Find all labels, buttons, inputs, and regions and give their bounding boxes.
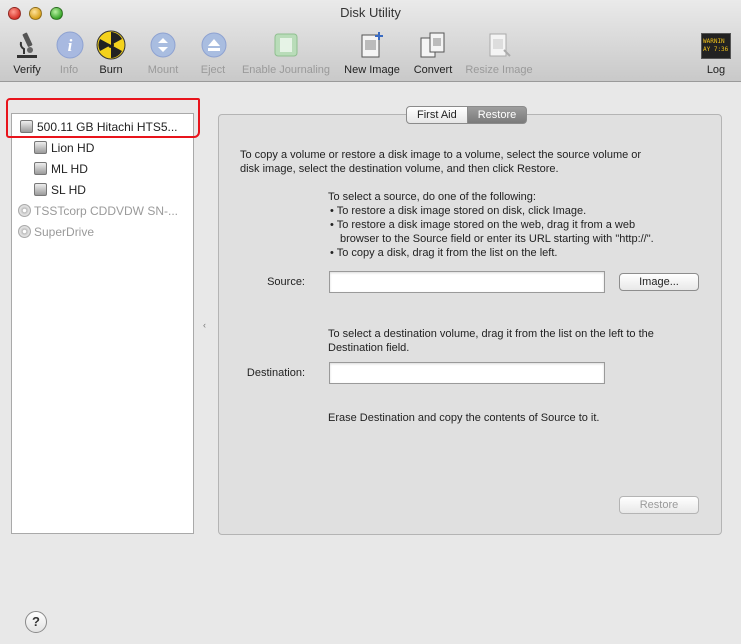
source-instruction-3: • To copy a disk, drag it from the list … bbox=[330, 247, 558, 259]
restore-panel bbox=[218, 114, 722, 535]
mount-button[interactable]: Mount bbox=[145, 30, 181, 78]
new-image-button[interactable]: New Image bbox=[342, 30, 402, 78]
source-label: Source: bbox=[267, 276, 305, 288]
log-console-icon: WARNIN AY 7:36 bbox=[701, 33, 731, 59]
source-instruction-2: • To restore a disk image stored on the … bbox=[330, 219, 636, 231]
info-icon: i bbox=[55, 30, 85, 60]
tab-restore[interactable]: Restore bbox=[467, 106, 528, 124]
microscope-icon bbox=[12, 30, 42, 60]
restore-button[interactable]: Restore bbox=[619, 496, 699, 514]
red-highlight-annotation bbox=[6, 98, 200, 138]
help-button[interactable]: ? bbox=[25, 611, 47, 633]
resize-image-button[interactable]: Resize Image bbox=[463, 30, 535, 78]
source-instructions-heading: To select a source, do one of the follow… bbox=[328, 191, 536, 203]
destination-field[interactable] bbox=[329, 362, 605, 384]
volume-icon bbox=[34, 162, 47, 175]
new-image-icon bbox=[357, 30, 387, 60]
volume-icon bbox=[34, 141, 47, 154]
destination-label: Destination: bbox=[246, 367, 305, 379]
eject-button[interactable]: Eject bbox=[199, 30, 227, 78]
sidebar-item-superdrive[interactable]: SuperDrive bbox=[18, 222, 94, 242]
verify-button[interactable]: Verify bbox=[10, 30, 44, 78]
split-view-handle[interactable]: ‹ bbox=[203, 320, 206, 330]
log-button[interactable]: WARNIN AY 7:36 Log bbox=[700, 30, 732, 78]
radiation-icon bbox=[96, 30, 126, 60]
journaling-icon bbox=[271, 30, 301, 60]
eject-icon bbox=[199, 30, 229, 60]
info-button[interactable]: i Info bbox=[55, 30, 85, 78]
source-field[interactable] bbox=[329, 271, 605, 293]
window-title: Disk Utility bbox=[340, 5, 401, 20]
resize-image-icon bbox=[484, 30, 514, 60]
sidebar-item-sl-hd[interactable]: SL HD bbox=[34, 180, 86, 200]
source-instruction-2-cont: browser to the Source field or enter its… bbox=[340, 233, 654, 245]
window-toolbar: Disk Utility Verify i Info Burn Mount Ej… bbox=[0, 0, 741, 82]
mount-icon bbox=[148, 30, 178, 60]
optical-drive-icon bbox=[18, 225, 31, 238]
tab-first-aid[interactable]: First Aid bbox=[406, 106, 468, 124]
volume-icon bbox=[34, 183, 47, 196]
convert-button[interactable]: Convert bbox=[411, 30, 455, 78]
restore-intro-text: To copy a volume or restore a disk image… bbox=[240, 149, 642, 175]
destination-instructions: To select a destination volume, drag it … bbox=[328, 328, 654, 354]
burn-button[interactable]: Burn bbox=[95, 30, 127, 78]
erase-description: Erase Destination and copy the contents … bbox=[328, 412, 600, 424]
optical-drive-icon bbox=[18, 204, 31, 217]
device-list[interactable]: 500.11 GB Hitachi HTS5... Lion HD ML HD … bbox=[11, 113, 194, 534]
tab-bar: First Aid Restore bbox=[406, 106, 528, 124]
image-button[interactable]: Image... bbox=[619, 273, 699, 291]
sidebar-item-tsstcorp-drive[interactable]: TSSTcorp CDDVDW SN-... bbox=[18, 201, 178, 221]
source-instruction-1: • To restore a disk image stored on disk… bbox=[330, 205, 587, 217]
sidebar-item-lion-hd[interactable]: Lion HD bbox=[34, 138, 94, 158]
enable-journaling-button[interactable]: Enable Journaling bbox=[239, 30, 333, 78]
svg-text:i: i bbox=[68, 36, 73, 55]
convert-icon bbox=[418, 30, 448, 60]
sidebar-item-ml-hd[interactable]: ML HD bbox=[34, 159, 88, 179]
